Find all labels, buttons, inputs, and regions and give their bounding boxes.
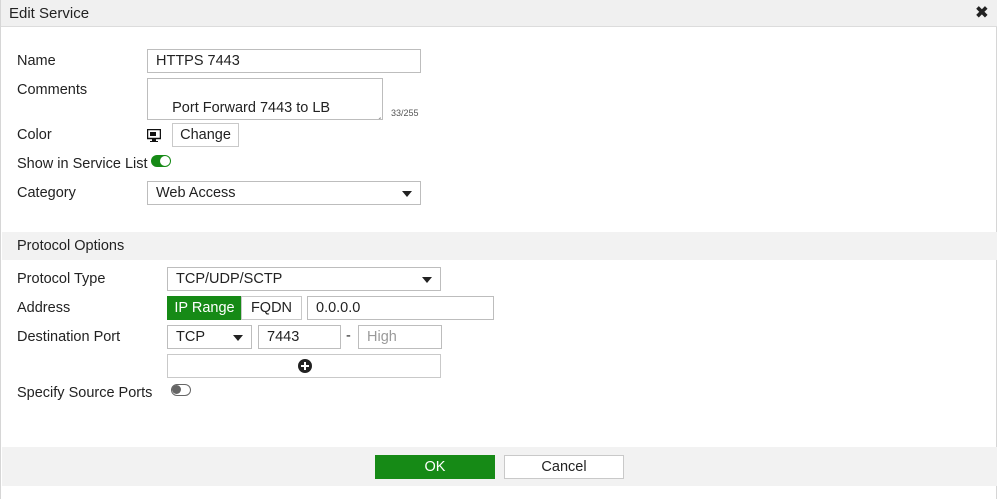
dialog-title: Edit Service: [9, 5, 90, 22]
change-color-button[interactable]: Change: [172, 123, 239, 147]
chevron-down-icon: [233, 335, 243, 341]
name-label: Name: [17, 53, 56, 69]
ok-button[interactable]: OK: [375, 455, 495, 479]
dialog-footer: OK Cancel: [2, 447, 997, 486]
category-label: Category: [17, 185, 76, 201]
category-select[interactable]: Web Access: [147, 181, 421, 205]
toggle-knob: [160, 156, 170, 166]
resize-grip-icon[interactable]: [374, 111, 381, 118]
address-label: Address: [17, 300, 71, 316]
dest-protocol-value: TCP: [176, 329, 205, 345]
dest-port-label: Destination Port: [17, 329, 121, 345]
dest-port-high-input[interactable]: High: [358, 325, 442, 349]
comments-label: Comments: [17, 82, 88, 98]
section-title: Protocol Options: [17, 238, 125, 254]
name-input[interactable]: HTTPS 7443: [147, 49, 421, 73]
protocol-options-header: Protocol Options: [2, 232, 997, 260]
monitor-icon: [147, 129, 161, 142]
source-ports-label: Specify Source Ports: [17, 385, 153, 401]
address-input[interactable]: 0.0.0.0: [307, 296, 494, 320]
port-range-separator: -: [346, 328, 351, 344]
cancel-button[interactable]: Cancel: [504, 455, 624, 479]
show-in-list-label: Show in Service List: [17, 156, 148, 172]
protocol-type-label: Protocol Type: [17, 271, 106, 287]
address-mode-fqdn[interactable]: FQDN: [241, 296, 302, 320]
close-icon[interactable]: ✖: [975, 3, 989, 23]
edit-service-dialog: Edit Service ✖ Name HTTPS 7443 Comments …: [0, 0, 997, 499]
address-mode-ip-range[interactable]: IP Range: [167, 296, 242, 320]
protocol-type-value: TCP/UDP/SCTP: [176, 271, 283, 287]
protocol-type-select[interactable]: TCP/UDP/SCTP: [167, 267, 441, 291]
plus-circle-icon: [298, 359, 312, 373]
chevron-down-icon: [422, 277, 432, 283]
source-ports-toggle[interactable]: [171, 384, 191, 396]
category-value: Web Access: [156, 185, 236, 201]
comments-counter: 33/255: [391, 108, 419, 118]
comments-text: Port Forward 7443 to LB Cityremit: [156, 100, 331, 119]
dest-port-low-input[interactable]: 7443: [258, 325, 341, 349]
chevron-down-icon: [402, 191, 412, 197]
comments-textarea[interactable]: Port Forward 7443 to LB Cityremit: [147, 78, 383, 120]
color-label: Color: [17, 127, 52, 143]
show-in-list-toggle[interactable]: [151, 155, 171, 167]
dialog-titlebar: Edit Service ✖: [1, 0, 997, 27]
add-port-button[interactable]: [167, 354, 441, 378]
dest-protocol-select[interactable]: TCP: [167, 325, 252, 349]
toggle-knob: [172, 385, 181, 394]
